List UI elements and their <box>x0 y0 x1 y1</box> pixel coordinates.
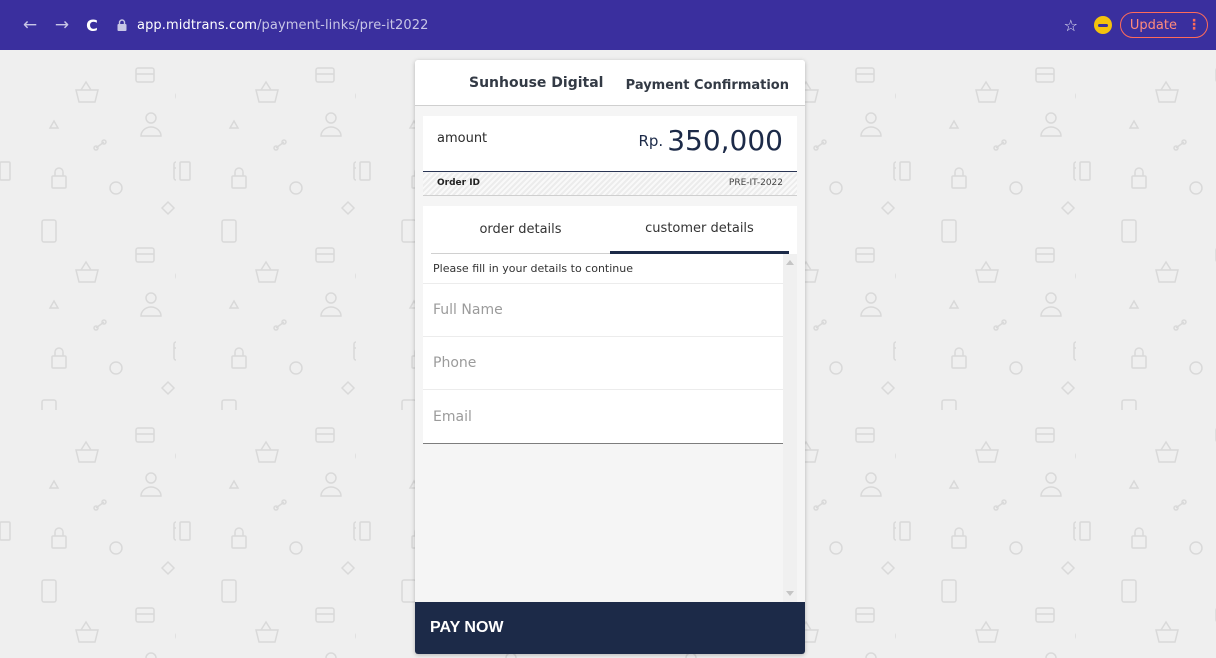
amount-box: amount Rp. 350,000 <box>423 116 797 172</box>
details-tabs: order details customer details <box>423 206 797 254</box>
merchant-name: Sunhouse Digital <box>469 74 604 91</box>
url-path: /payment-links/pre-it2022 <box>257 17 429 33</box>
scroll-down-arrow-icon[interactable] <box>786 591 794 596</box>
tab-order-details[interactable]: order details <box>431 206 610 254</box>
url-host: app.midtrans.com <box>137 17 258 33</box>
full-name-input[interactable] <box>433 302 783 318</box>
amount-number: 350,000 <box>667 124 783 157</box>
bookmark-star-icon[interactable]: ☆ <box>1064 16 1078 35</box>
update-label: Update <box>1129 17 1177 33</box>
reload-icon[interactable]: C <box>81 14 103 36</box>
payment-card: Sunhouse Digital Payment Confirmation am… <box>415 60 805 654</box>
browser-toolbar: ← → C app.midtrans.com/payment-links/pre… <box>0 0 1216 50</box>
phone-field <box>423 337 783 390</box>
email-input[interactable] <box>433 408 783 425</box>
email-field <box>423 390 783 443</box>
extension-icon[interactable] <box>1093 16 1112 34</box>
forward-arrow-icon[interactable]: → <box>51 14 73 36</box>
page-title: Payment Confirmation <box>625 78 789 93</box>
order-id-label: Order ID <box>437 178 481 188</box>
phone-input[interactable] <box>433 355 783 371</box>
customer-form: Please fill in your details to continue <box>423 254 783 444</box>
currency-label: Rp. <box>638 132 664 150</box>
tab-customer-details[interactable]: customer details <box>610 206 789 254</box>
full-name-field <box>423 284 783 337</box>
update-button[interactable]: Update ⋮ <box>1119 12 1208 38</box>
lock-icon[interactable] <box>115 17 129 33</box>
form-hint: Please fill in your details to continue <box>423 254 783 284</box>
order-id-value: PRE-IT-2022 <box>728 178 783 188</box>
card-header: Sunhouse Digital Payment Confirmation <box>415 60 805 106</box>
menu-dots-icon: ⋮ <box>1187 17 1201 33</box>
amount-label: amount <box>437 131 488 146</box>
address-bar[interactable]: app.midtrans.com/payment-links/pre-it202… <box>137 18 428 33</box>
scroll-up-arrow-icon[interactable] <box>786 260 794 265</box>
form-scrollbar[interactable] <box>783 254 797 602</box>
pay-now-button[interactable]: PAY NOW <box>415 602 805 654</box>
back-arrow-icon[interactable]: ← <box>19 14 41 36</box>
order-id-row: Order ID PRE-IT-2022 <box>423 173 797 196</box>
amount-value: Rp. 350,000 <box>638 124 783 157</box>
